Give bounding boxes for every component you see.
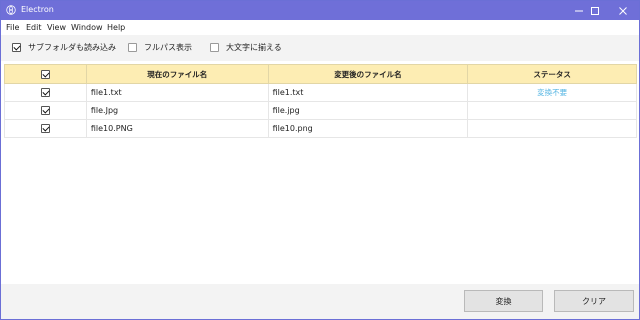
header-status[interactable]: ステータス bbox=[467, 64, 637, 84]
renamed-name-cell: file10.png bbox=[267, 119, 469, 138]
row-select-cell[interactable] bbox=[4, 119, 87, 138]
menu-file[interactable]: File bbox=[6, 23, 19, 32]
options-bar: サブフォルダも読み込み フルパス表示 大文字に揃える bbox=[1, 35, 639, 61]
header-renamed-name[interactable]: 変更後のファイル名 bbox=[267, 64, 469, 84]
current-name-cell: file1.txt bbox=[85, 83, 269, 102]
include-subfolders-checkbox[interactable] bbox=[12, 43, 21, 52]
app-window: Electron File Edit View Window Help サブフォ… bbox=[0, 0, 640, 320]
table-row[interactable]: file1.txt file1.txt 変換不要 bbox=[4, 83, 637, 102]
electron-logo-icon bbox=[6, 5, 16, 15]
menu-edit[interactable]: Edit bbox=[26, 23, 42, 32]
status-cell bbox=[467, 119, 637, 138]
clear-button[interactable]: クリア bbox=[554, 290, 634, 312]
header-current-name[interactable]: 現在のファイル名 bbox=[85, 64, 269, 84]
full-path-checkbox[interactable] bbox=[128, 43, 137, 52]
option-full-path[interactable]: フルパス表示 bbox=[128, 42, 192, 53]
table-row[interactable]: file10.PNG file10.png bbox=[4, 119, 637, 138]
include-subfolders-label: サブフォルダも読み込み bbox=[28, 43, 116, 52]
select-all-checkbox[interactable] bbox=[40, 69, 50, 79]
row-checkbox[interactable] bbox=[40, 124, 50, 133]
renamed-name-cell: file1.txt bbox=[267, 83, 469, 102]
row-select-cell[interactable] bbox=[4, 83, 87, 102]
status-cell: 変換不要 bbox=[467, 83, 637, 102]
menu-help[interactable]: Help bbox=[107, 23, 125, 32]
status-cell bbox=[467, 101, 637, 120]
select-all-header[interactable] bbox=[4, 64, 87, 84]
menu-window[interactable]: Window bbox=[71, 23, 103, 32]
close-icon bbox=[619, 6, 627, 15]
convert-button[interactable]: 変換 bbox=[464, 290, 543, 312]
current-name-cell: file10.PNG bbox=[85, 119, 269, 138]
current-name-cell: file.Jpg bbox=[85, 101, 269, 120]
menu-bar: File Edit View Window Help bbox=[1, 20, 639, 35]
full-path-label: フルパス表示 bbox=[144, 43, 192, 52]
title-bar[interactable]: Electron bbox=[1, 1, 639, 20]
maximize-icon bbox=[591, 6, 599, 15]
window-title: Electron bbox=[21, 5, 54, 14]
row-checkbox[interactable] bbox=[40, 106, 50, 115]
close-button[interactable] bbox=[608, 1, 638, 20]
maximize-button[interactable] bbox=[580, 1, 610, 20]
table-row[interactable]: file.Jpg file.jpg bbox=[4, 101, 637, 120]
uppercase-checkbox[interactable] bbox=[210, 43, 219, 52]
row-select-cell[interactable] bbox=[4, 101, 87, 120]
uppercase-label: 大文字に揃える bbox=[226, 43, 282, 52]
action-bar: 変換 クリア bbox=[1, 284, 639, 319]
file-table: 現在のファイル名 変更後のファイル名 ステータス file1.txt file1… bbox=[4, 64, 637, 138]
file-table-area: 現在のファイル名 変更後のファイル名 ステータス file1.txt file1… bbox=[1, 61, 639, 284]
menu-view[interactable]: View bbox=[47, 23, 66, 32]
table-header-row: 現在のファイル名 変更後のファイル名 ステータス bbox=[4, 64, 637, 84]
option-include-subfolders[interactable]: サブフォルダも読み込み bbox=[12, 42, 116, 53]
option-uppercase[interactable]: 大文字に揃える bbox=[210, 42, 282, 53]
renamed-name-cell: file.jpg bbox=[267, 101, 469, 120]
row-checkbox[interactable] bbox=[40, 88, 50, 97]
